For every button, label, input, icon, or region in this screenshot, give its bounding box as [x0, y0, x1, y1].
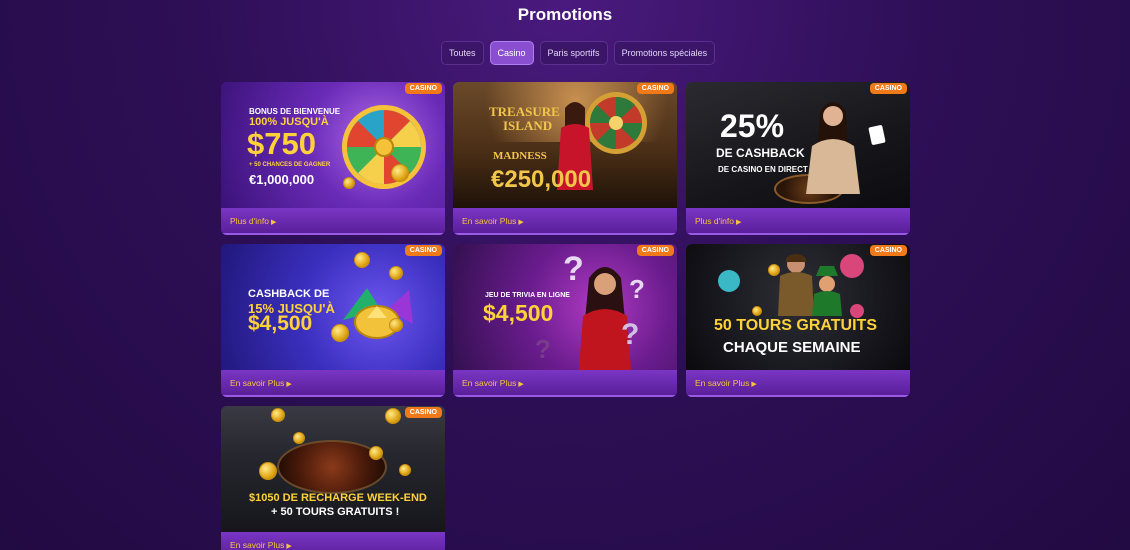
- trophy-icon: [343, 288, 413, 339]
- promo-amount: $4,500: [483, 300, 554, 326]
- promo-card-free-spins[interactable]: 50 TOURS GRATUITS CHAQUE SEMAINE CASINO …: [686, 244, 910, 397]
- promo-line: €1,000,000: [249, 172, 315, 187]
- casino-badge: CASINO: [636, 245, 674, 256]
- promo-banner: 25% DE CASHBACK DE CASINO EN DIRECT: [686, 82, 910, 208]
- promo-banner: 50 TOURS GRATUITS CHAQUE SEMAINE: [686, 244, 910, 370]
- tab-promotions-speciales[interactable]: Promotions spéciales: [613, 41, 716, 65]
- promo-banner: TREASURE ISLAND MADNESS €250,000: [453, 82, 677, 208]
- promo-line: $1050 DE RECHARGE WEEK-END: [249, 492, 427, 504]
- coin-icon: [369, 446, 383, 460]
- promo-line: ISLAND: [503, 118, 553, 133]
- promo-line: CHAQUE SEMAINE: [723, 339, 861, 356]
- arrow-right-icon: ▶: [735, 219, 742, 226]
- casino-badge: CASINO: [404, 245, 442, 256]
- learn-more-link[interactable]: En savoir Plus ▶: [462, 216, 524, 226]
- promo-card-footer: En savoir Plus ▶: [686, 370, 910, 397]
- playing-card-icon: [868, 124, 886, 146]
- promo-card-footer: En savoir Plus ▶: [221, 532, 445, 550]
- arrow-right-icon: ▶: [286, 543, 292, 550]
- promo-banner: BONUS DE BIENVENUE 100% JUSQU'À $750 + 5…: [221, 82, 445, 208]
- promo-line: + 50 TOURS GRATUITS !: [271, 506, 400, 518]
- promo-banner: ? ? ? ? JEU DE TRIVIA EN LIGNE $4,500: [453, 244, 677, 370]
- casino-badge: CASINO: [869, 245, 907, 256]
- question-mark-icon: ?: [535, 334, 551, 364]
- promo-line: CASHBACK DE: [248, 288, 330, 300]
- coin-icon: [389, 318, 403, 332]
- promo-amount: $4,500: [248, 312, 313, 335]
- question-mark-icon: ?: [621, 318, 640, 351]
- casino-badge: CASINO: [636, 83, 674, 94]
- dealer-figure: [806, 102, 860, 194]
- promo-card-cashback-15[interactable]: CASHBACK DE 15% JUSQU'À $4,500 CASINO En…: [221, 244, 445, 397]
- coin-icon: [331, 324, 349, 342]
- coin-icon: [343, 177, 355, 189]
- promo-line: + 50 CHANCES DE GAGNER: [249, 162, 331, 168]
- coin-icon: [385, 408, 401, 424]
- promo-card-live-cashback[interactable]: 25% DE CASHBACK DE CASINO EN DIRECT CASI…: [686, 82, 910, 235]
- page-title: Promotions: [517, 5, 613, 24]
- learn-more-link[interactable]: En savoir Plus ▶: [462, 378, 524, 388]
- promo-banner: CASHBACK DE 15% JUSQU'À $4,500: [221, 244, 445, 370]
- promo-card-trivia[interactable]: ? ? ? ? JEU DE TRIVIA EN LIGNE $4,500 CA…: [453, 244, 677, 397]
- coin-icon: [389, 266, 403, 280]
- more-info-link[interactable]: Plus d'info ▶: [695, 216, 741, 226]
- promo-line: 50 TOURS GRATUITS: [714, 317, 877, 334]
- promo-amount: €250,000: [491, 166, 592, 193]
- promo-amount: $750: [247, 126, 316, 161]
- promo-card-footer: En savoir Plus ▶: [453, 370, 677, 397]
- promo-line: JEU DE TRIVIA EN LIGNE: [485, 292, 570, 299]
- promo-tabs: Toutes Casino Paris sportifs Promotions …: [441, 41, 716, 65]
- tab-casino[interactable]: Casino: [489, 41, 534, 65]
- casino-badge: CASINO: [869, 83, 907, 94]
- promo-line: DE CASINO EN DIRECT: [718, 165, 808, 174]
- coin-icon: [752, 306, 762, 316]
- link-label: En savoir Plus: [462, 378, 517, 388]
- learn-more-link[interactable]: En savoir Plus ▶: [230, 378, 292, 388]
- tab-toutes[interactable]: Toutes: [441, 41, 484, 65]
- question-mark-icon: ?: [629, 274, 645, 304]
- coin-icon: [271, 408, 285, 422]
- more-info-link[interactable]: Plus d'info ▶: [230, 216, 276, 226]
- link-label: En savoir Plus: [462, 216, 517, 226]
- coin-icon: [354, 252, 370, 268]
- promo-line: MADNESS: [493, 150, 547, 162]
- promo-card-weekend-reload[interactable]: $1050 DE RECHARGE WEEK-END + 50 TOURS GR…: [221, 406, 445, 550]
- link-label: Plus d'info: [230, 216, 269, 226]
- coin-icon: [391, 164, 409, 182]
- host-figure: [579, 267, 631, 370]
- promo-line: BONUS DE BIENVENUE: [249, 107, 341, 116]
- link-label: Plus d'info: [695, 216, 734, 226]
- arrow-right-icon: ▶: [518, 381, 524, 388]
- promo-banner: $1050 DE RECHARGE WEEK-END + 50 TOURS GR…: [221, 406, 445, 532]
- promo-line: DE CASHBACK: [716, 146, 805, 160]
- learn-more-link[interactable]: En savoir Plus ▶: [230, 540, 292, 550]
- promo-card-footer: En savoir Plus ▶: [453, 208, 677, 235]
- coin-icon: [259, 462, 277, 480]
- promo-line-text: $1050 DE RECHARGE WEEK-END: [249, 492, 427, 504]
- learn-more-link[interactable]: En savoir Plus ▶: [695, 378, 757, 388]
- promo-amount: 25%: [720, 108, 785, 144]
- promo-card-footer: Plus d'info ▶: [221, 208, 445, 235]
- arrow-right-icon: ▶: [286, 381, 292, 388]
- promo-card-welcome-bonus[interactable]: BONUS DE BIENVENUE 100% JUSQU'À $750 + 5…: [221, 82, 445, 235]
- coin-icon: [399, 464, 411, 476]
- arrow-right-icon: ▶: [270, 219, 277, 226]
- coin-icon: [293, 432, 305, 444]
- casino-badge: CASINO: [404, 407, 442, 418]
- casino-badge: CASINO: [404, 83, 442, 94]
- leprechaun-figure: [812, 266, 842, 316]
- promo-card-treasure-island[interactable]: TREASURE ISLAND MADNESS €250,000 CASINO …: [453, 82, 677, 235]
- promo-card-footer: Plus d'info ▶: [686, 208, 910, 235]
- question-mark-icon: ?: [563, 250, 584, 288]
- arrow-right-icon: ▶: [751, 381, 757, 388]
- link-label: En savoir Plus: [230, 540, 285, 550]
- promo-card-footer: En savoir Plus ▶: [221, 370, 445, 397]
- monster-icon: [850, 304, 864, 318]
- monster-icon: [718, 270, 740, 292]
- tab-paris-sportifs[interactable]: Paris sportifs: [539, 41, 608, 65]
- link-label: En savoir Plus: [230, 378, 285, 388]
- arrow-right-icon: ▶: [518, 219, 524, 226]
- link-label: En savoir Plus: [695, 378, 750, 388]
